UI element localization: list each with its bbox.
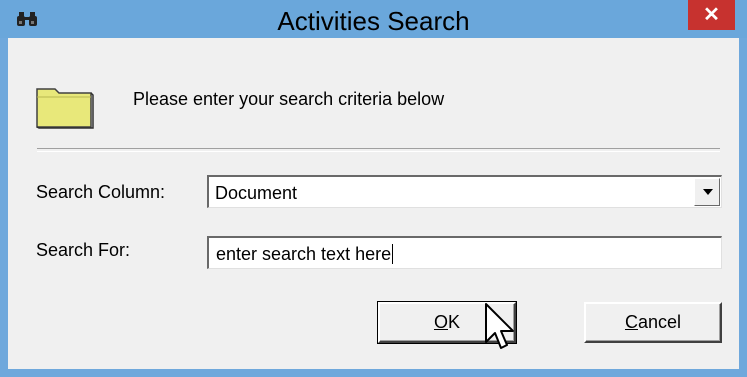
mouse-cursor-icon xyxy=(484,302,520,362)
folder-icon xyxy=(35,83,95,129)
cancel-mnemonic: C xyxy=(624,312,638,332)
dialog-body: Please enter your search criteria below … xyxy=(8,38,739,369)
dropdown-button[interactable] xyxy=(694,178,720,206)
window-title: Activities Search xyxy=(277,6,470,36)
search-column-select[interactable]: Document xyxy=(207,175,722,208)
separator xyxy=(37,148,720,152)
instruction-text: Please enter your search criteria below xyxy=(133,89,445,109)
dialog-window: Activities Search ✕ Please enter your se… xyxy=(0,0,747,377)
search-column-label: Search Column: xyxy=(36,182,166,202)
ok-label: K xyxy=(448,312,461,332)
search-for-input[interactable]: enter search text here xyxy=(207,236,722,269)
ok-mnemonic: O xyxy=(433,312,448,332)
cancel-label: ancel xyxy=(637,312,682,332)
search-for-label: Search For: xyxy=(36,240,131,260)
close-button[interactable]: ✕ xyxy=(688,0,735,30)
text-caret xyxy=(392,244,394,264)
close-icon: ✕ xyxy=(703,4,720,26)
title-bar[interactable]: Activities Search ✕ xyxy=(0,0,747,38)
search-for-value: enter search text here xyxy=(216,244,392,264)
search-column-value: Document xyxy=(215,183,298,203)
chevron-down-icon xyxy=(703,189,713,195)
cancel-button[interactable]: Cancel xyxy=(584,302,722,343)
